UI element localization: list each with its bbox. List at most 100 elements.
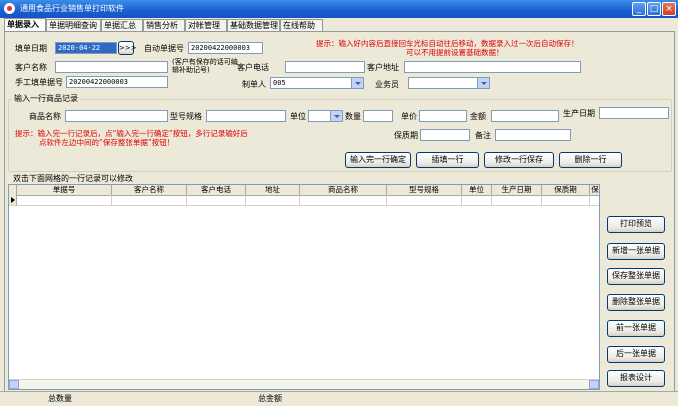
auto-number-label: 自动单据号 xyxy=(144,44,184,53)
chevron-down-icon[interactable] xyxy=(351,78,363,88)
date-picker-button[interactable]: >>> xyxy=(118,41,137,55)
tab-summary[interactable]: 单据汇总 xyxy=(101,19,143,31)
report-design-button[interactable]: 报表设计 xyxy=(607,370,665,387)
maker-select[interactable]: 005 xyxy=(270,77,364,89)
grid-col-model[interactable]: 型号规格 xyxy=(387,185,462,195)
delete-row-button[interactable]: 删除一行 xyxy=(559,152,622,168)
close-button[interactable]: × xyxy=(662,2,676,16)
grid-col-order-no[interactable]: 单据号 xyxy=(17,185,112,195)
address-label: 客户地址 xyxy=(367,63,399,72)
grid-cell[interactable] xyxy=(112,195,187,205)
customer-input[interactable] xyxy=(55,61,168,73)
remark-input[interactable] xyxy=(495,129,571,141)
grid-corner xyxy=(9,185,17,195)
total-amount-label: 总金额 xyxy=(258,394,282,403)
grid-title: 双击下面网格的一行记录可以修改 xyxy=(11,174,135,184)
price-input[interactable] xyxy=(419,110,467,122)
save-order-button[interactable]: 保存整张单据 xyxy=(607,268,665,285)
entry-panel: 填单日期 2020-04-22 >>> 自动单据号 20200422000003… xyxy=(4,31,675,404)
grid-col-unit[interactable]: 单位 xyxy=(462,185,492,195)
item-hint-2: 点软件左边中间的“保存整张单据”按钮！ xyxy=(39,138,175,147)
grid-cell[interactable] xyxy=(387,195,462,205)
status-bar: 总数量 总金额 xyxy=(0,391,678,406)
shelf-life-label: 保质期 xyxy=(394,131,418,140)
maker-value: 005 xyxy=(273,79,286,87)
remark-label: 备注 xyxy=(475,131,491,140)
tab-base-data[interactable]: 基础数据管理 xyxy=(227,19,280,31)
confirm-row-button[interactable]: 输入完一行确定 xyxy=(345,152,411,168)
scroll-right-icon[interactable] xyxy=(589,380,599,389)
manual-number-label: 手工填单据号 xyxy=(15,78,63,87)
grid-cell[interactable] xyxy=(300,195,387,205)
manual-number-input[interactable]: 20200422000003 xyxy=(66,76,168,88)
chevron-down-icon[interactable] xyxy=(477,78,489,88)
date-input[interactable]: 2020-04-22 xyxy=(55,42,117,54)
tab-sales-analysis[interactable]: 销售分析 xyxy=(143,19,185,31)
qty-label: 数量 xyxy=(345,112,361,121)
grid-cell[interactable] xyxy=(17,195,112,205)
grid-col-address[interactable]: 地址 xyxy=(246,185,300,195)
model-input[interactable] xyxy=(206,110,286,122)
minimize-button[interactable]: _ xyxy=(632,2,646,16)
total-qty-label: 总数量 xyxy=(48,394,72,403)
current-row-indicator-icon xyxy=(9,195,17,205)
tab-entry[interactable]: 单据录入 xyxy=(4,18,46,32)
price-label: 单价 xyxy=(401,112,417,121)
unit-select[interactable] xyxy=(308,110,343,122)
shelf-life-input[interactable] xyxy=(420,129,470,141)
tab-reconcile[interactable]: 对帐管理 xyxy=(185,19,227,31)
clerk-label: 业务员 xyxy=(375,80,399,89)
unit-label: 单位 xyxy=(290,112,306,121)
grid-col-production-date[interactable]: 生产日期 xyxy=(492,185,542,195)
modify-row-button[interactable]: 修改一行保存 xyxy=(484,152,554,168)
records-grid[interactable]: 单据号 客户名称 客户电话 地址 商品名称 型号规格 单位 生产日期 保质期 保 xyxy=(8,184,600,390)
app-window: 通用食品行业销售单打印软件 _ □ × 单据录入 单据明细查询 单据汇总 销售分… xyxy=(0,0,678,406)
customer-note: (客户有保存的话可编辑补助记号) xyxy=(172,58,238,74)
form-hint-1: 提示：输入好内容后直接回车光标自动往后移动，数据录入过一次后自动保存！ xyxy=(316,39,579,48)
scroll-left-icon[interactable] xyxy=(9,380,19,389)
horizontal-scrollbar[interactable] xyxy=(9,379,599,389)
grid-cell[interactable] xyxy=(246,195,300,205)
print-preview-button[interactable]: 打印预览 xyxy=(607,216,665,233)
grid-col-product[interactable]: 商品名称 xyxy=(300,185,387,195)
clerk-select[interactable] xyxy=(408,77,490,89)
customer-label: 客户名称 xyxy=(15,63,47,72)
amount-input[interactable] xyxy=(491,110,559,122)
production-date-input[interactable] xyxy=(599,107,669,119)
item-hint-1: 提示：输入完一行记录后，点“输入完一行确定”按钮，多行记录输好后 xyxy=(15,129,248,138)
grid-col-more: 保 xyxy=(590,185,599,195)
grid-cell[interactable] xyxy=(187,195,246,205)
phone-label: 客户电话 xyxy=(237,63,269,72)
previous-order-button[interactable]: 前一张单据 xyxy=(607,320,665,337)
tab-online-help[interactable]: 在线帮助 xyxy=(280,19,323,31)
model-label: 型号规格 xyxy=(170,112,202,121)
date-label: 填单日期 xyxy=(15,44,47,53)
tab-detail-query[interactable]: 单据明细查询 xyxy=(46,19,101,31)
grid-cell[interactable] xyxy=(542,195,590,205)
maker-label: 制单人 xyxy=(242,80,266,89)
grid-col-phone[interactable]: 客户电话 xyxy=(187,185,246,195)
new-order-button[interactable]: 新增一张单据 xyxy=(607,243,665,260)
insert-row-button[interactable]: 插填一行 xyxy=(416,152,479,168)
grid-cell[interactable] xyxy=(462,195,492,205)
form-hint-2: 可以不用提前设置基础数据！ xyxy=(406,48,504,57)
address-input[interactable] xyxy=(404,61,581,73)
maximize-button[interactable]: □ xyxy=(647,2,661,16)
product-input[interactable] xyxy=(65,110,168,122)
next-order-button[interactable]: 后一张单据 xyxy=(607,346,665,363)
production-date-label: 生产日期 xyxy=(563,109,595,118)
grid-col-shelf-life[interactable]: 保质期 xyxy=(542,185,590,195)
amount-label: 金额 xyxy=(470,112,486,121)
auto-number-input[interactable]: 20200422000003 xyxy=(188,42,263,54)
table-row[interactable] xyxy=(9,195,599,206)
title-bar: 通用食品行业销售单打印软件 _ □ × xyxy=(0,0,678,18)
product-label: 商品名称 xyxy=(29,112,61,121)
chevron-down-icon[interactable] xyxy=(330,111,342,121)
grid-col-customer[interactable]: 客户名称 xyxy=(112,185,187,195)
delete-order-button[interactable]: 删除整张单据 xyxy=(607,294,665,311)
grid-cell[interactable] xyxy=(492,195,542,205)
app-icon xyxy=(4,3,15,14)
phone-input[interactable] xyxy=(285,61,365,73)
qty-input[interactable] xyxy=(363,110,393,122)
window-title: 通用食品行业销售单打印软件 xyxy=(20,4,124,13)
